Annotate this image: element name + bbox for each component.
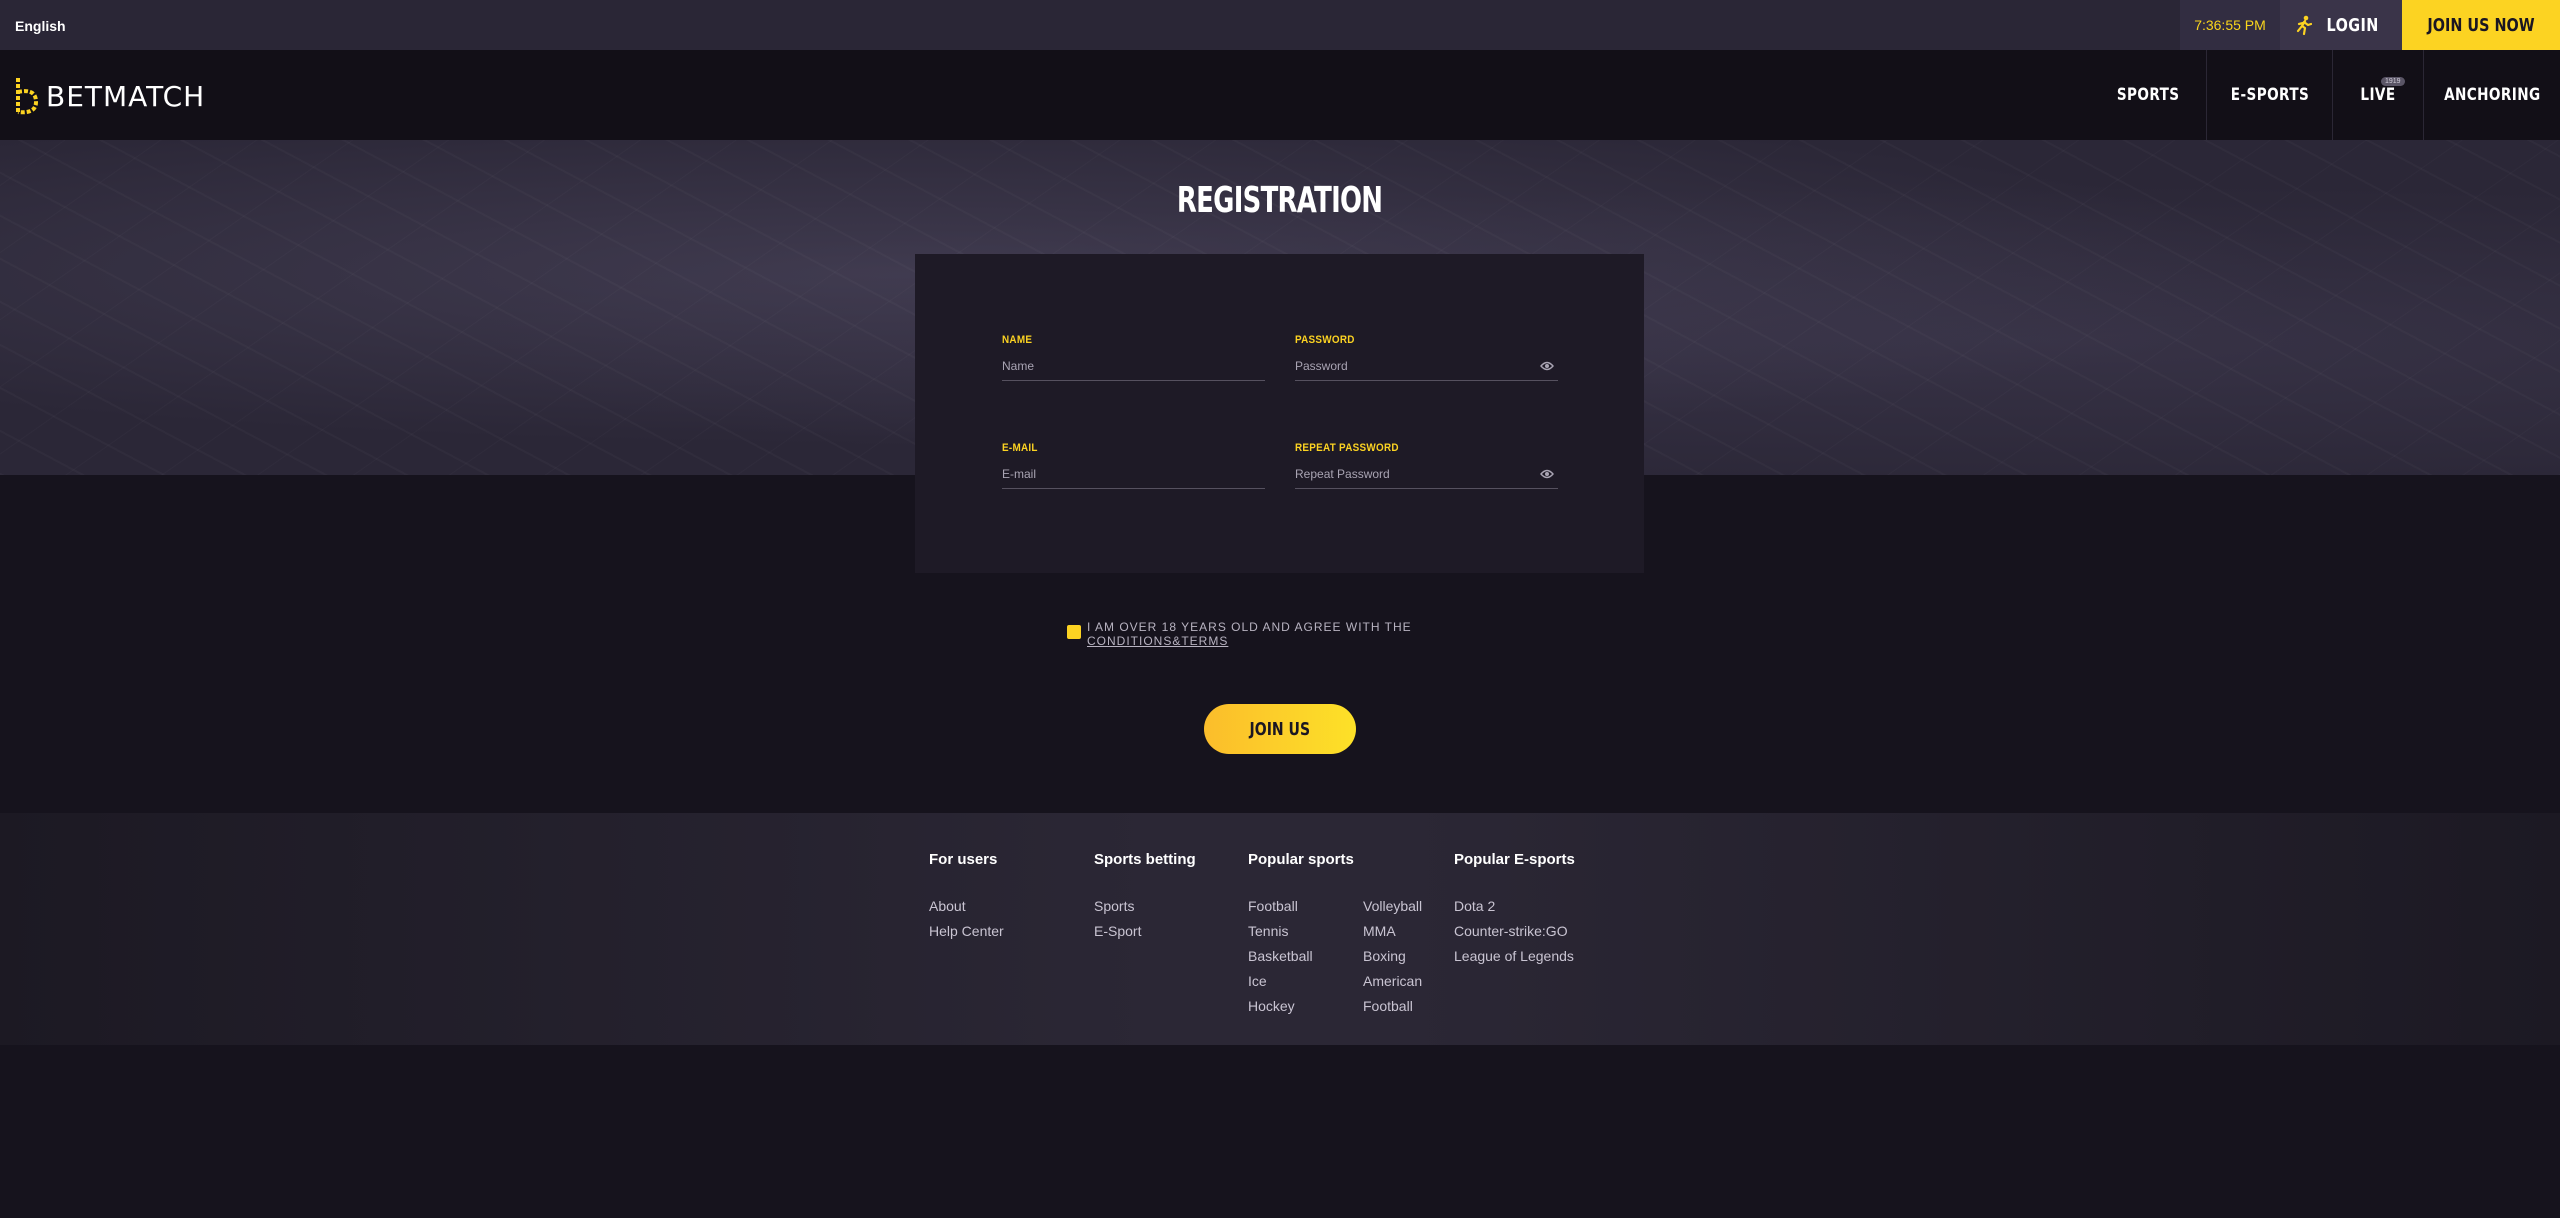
nav-live-label: LIVE: [2360, 85, 2396, 105]
eye-icon[interactable]: [1540, 469, 1554, 479]
footer-heading: For users: [929, 851, 998, 868]
footer-link-football[interactable]: Football: [1248, 894, 1363, 919]
password-field-group: PASSWORD: [1295, 334, 1558, 381]
repeat-password-input[interactable]: [1295, 465, 1558, 489]
footer-col-for-users: For users About Help Center: [929, 851, 1004, 944]
main-nav: SPORTS E-SPORTS LIVE 1919 ANCHORING: [2090, 50, 2560, 140]
footer-link-sports[interactable]: Sports: [1094, 894, 1196, 919]
footer-link-dota2[interactable]: Dota 2: [1454, 894, 1575, 919]
footer-link-lol[interactable]: League of Legends: [1454, 944, 1575, 969]
footer-link-basketball[interactable]: Basketball: [1248, 944, 1363, 969]
footer-link-about[interactable]: About: [929, 894, 1004, 919]
nav-esports[interactable]: E-SPORTS: [2206, 50, 2332, 140]
age-terms-checkbox[interactable]: [1067, 625, 1081, 639]
password-label: PASSWORD: [1295, 334, 1355, 346]
page-title-text: REGISTRATION: [1177, 180, 1383, 221]
footer-heading: Popular sports: [1248, 851, 1354, 868]
footer-link-volleyball[interactable]: Volleyball: [1363, 894, 1422, 919]
footer-link-help-center[interactable]: Help Center: [929, 919, 1004, 944]
clock: 7:36:55 PM: [2180, 0, 2280, 50]
login-label: LOGIN: [2326, 14, 2380, 36]
live-count-badge: 1919: [2381, 77, 2405, 86]
registration-form: NAME PASSWORD E-MAIL REPEAT PASSWORD: [915, 254, 1644, 573]
footer-link-boxing[interactable]: Boxing: [1363, 944, 1422, 969]
terms-agreement: I AM OVER 18 YEARS OLD AND AGREE WITH TH…: [1067, 620, 1412, 648]
footer-heading: Popular E-sports: [1454, 851, 1575, 868]
login-button[interactable]: LOGIN: [2280, 0, 2402, 50]
eye-icon[interactable]: [1540, 361, 1554, 371]
footer-col-popular-sports: Popular sports Football Tennis Basketbal…: [1248, 851, 1422, 1019]
top-bar: English 7:36:55 PM LOGIN JOIN US NOW: [0, 0, 2560, 50]
email-label: E-MAIL: [1002, 442, 1038, 454]
name-field-group: NAME: [1002, 334, 1265, 381]
footer-link-football-2[interactable]: Football: [1363, 994, 1422, 1019]
footer-link-american[interactable]: American: [1363, 969, 1422, 994]
footer-col-sports-betting: Sports betting Sports E-Sport: [1094, 851, 1196, 944]
footer-col-popular-esports: Popular E-sports Dota 2 Counter-strike:G…: [1454, 851, 1575, 969]
footer-link-ice[interactable]: Ice: [1248, 969, 1363, 994]
nav-anchoring[interactable]: ANCHORING: [2423, 50, 2560, 140]
language-selector[interactable]: English: [15, 0, 66, 50]
brand-logo[interactable]: BETMATCH: [14, 76, 205, 116]
repeat-password-label: REPEAT PASSWORD: [1295, 442, 1399, 454]
email-field-group: E-MAIL: [1002, 442, 1265, 489]
footer-link-mma[interactable]: MMA: [1363, 919, 1422, 944]
password-input[interactable]: [1295, 357, 1558, 381]
brand-name: BETMATCH: [46, 79, 206, 113]
popular-sports-col-1: Football Tennis Basketball Ice Hockey: [1248, 894, 1363, 1019]
popular-sports-grid: Football Tennis Basketball Ice Hockey Vo…: [1248, 894, 1422, 1019]
agree-text: I AM OVER 18 YEARS OLD AND AGREE WITH TH…: [1087, 620, 1412, 634]
footer-link-csgo[interactable]: Counter-strike:GO: [1454, 919, 1575, 944]
footer-heading: Sports betting: [1094, 851, 1196, 868]
join-us-label: JOIN US: [1249, 718, 1311, 740]
email-input[interactable]: [1002, 465, 1265, 489]
nav-sports-label: SPORTS: [2116, 85, 2180, 105]
popular-sports-col-2: Volleyball MMA Boxing American Football: [1363, 894, 1422, 1019]
nav-sports[interactable]: SPORTS: [2090, 50, 2206, 140]
terms-link[interactable]: CONDITIONS&TERMS: [1087, 634, 1412, 648]
footer: For users About Help Center Sports betti…: [0, 813, 2560, 1045]
page-title: REGISTRATION: [0, 180, 2560, 221]
join-now-label: JOIN US NOW: [2427, 14, 2535, 36]
nav-anchoring-label: ANCHORING: [2443, 85, 2541, 105]
name-label: NAME: [1002, 334, 1033, 346]
join-now-button[interactable]: JOIN US NOW: [2402, 0, 2560, 50]
agree-text-block: I AM OVER 18 YEARS OLD AND AGREE WITH TH…: [1087, 620, 1412, 648]
footer-link-hockey[interactable]: Hockey: [1248, 994, 1363, 1019]
betmatch-logo-icon: [16, 78, 38, 115]
name-input[interactable]: [1002, 357, 1265, 381]
running-person-icon: [2297, 15, 2313, 35]
repeat-password-field-group: REPEAT PASSWORD: [1295, 442, 1558, 489]
nav-live[interactable]: LIVE 1919: [2332, 50, 2423, 140]
footer-link-esport[interactable]: E-Sport: [1094, 919, 1196, 944]
nav-esports-label: E-SPORTS: [2230, 85, 2309, 105]
footer-link-tennis[interactable]: Tennis: [1248, 919, 1363, 944]
main-header: BETMATCH SPORTS E-SPORTS LIVE 1919 ANCHO…: [0, 50, 2560, 140]
join-us-button[interactable]: JOIN US: [1204, 704, 1356, 754]
